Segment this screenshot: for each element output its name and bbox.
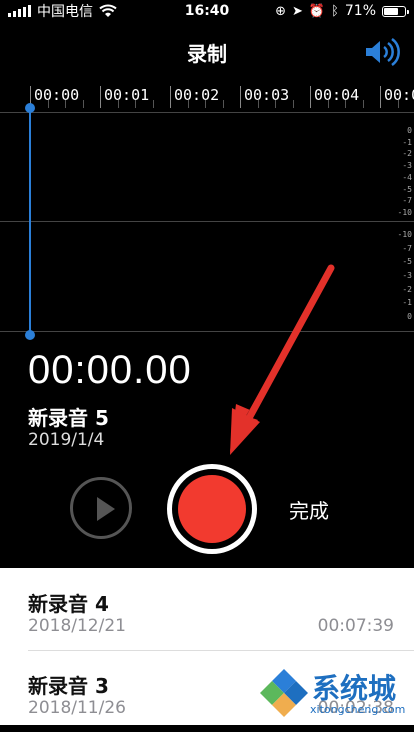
playhead-top-handle[interactable]	[25, 103, 35, 113]
list-item-date: 2018/12/21	[28, 616, 126, 636]
playhead-bottom-handle[interactable]	[25, 330, 35, 340]
carrier-label: 中国电信	[37, 4, 93, 20]
watermark: 系统城 xitongcheng.com	[258, 663, 408, 723]
recordings-list: 新录音 4 2018/12/21 00:07:39 新录音 3 2018/11/…	[0, 568, 414, 725]
db-scale-label: 0	[407, 312, 412, 321]
speaker-icon[interactable]	[364, 38, 400, 66]
play-icon	[97, 497, 115, 521]
timeline-minor-tick	[275, 100, 276, 108]
timeline-tick-label: 00:00	[34, 86, 80, 104]
bluetooth-icon: ᛒ	[331, 3, 339, 19]
timeline-minor-tick	[205, 100, 206, 108]
timeline-major-tick	[240, 86, 241, 108]
db-scale-label: -5	[402, 184, 412, 194]
db-scale-label: -7	[402, 196, 412, 206]
status-left: 中国电信	[8, 1, 117, 21]
list-item-date: 2018/11/26	[28, 698, 126, 718]
db-scale-label: -2	[402, 149, 412, 159]
battery-percent: 71%	[344, 3, 376, 19]
timeline-ruler: 00:00 00:01 00:02 00:03 00:04 00:05	[0, 82, 414, 112]
timeline-minor-tick	[152, 100, 154, 108]
status-bar: 中国电信 16:40 ⊕ ➤ ⏰ ᛒ 71%	[0, 0, 414, 22]
timeline-minor-tick	[257, 100, 259, 108]
timeline-tick-label: 00:04	[314, 86, 360, 104]
status-right: ⊕ ➤ ⏰ ᛒ 71%	[275, 3, 409, 19]
done-button[interactable]: 完成	[289, 495, 329, 524]
waveform-center-line	[0, 221, 414, 222]
timeline-major-tick	[310, 86, 311, 108]
waveform-bottom-border	[0, 331, 414, 332]
recording-date: 2019/1/4	[28, 430, 105, 450]
clock: 16:40	[184, 3, 230, 19]
watermark-url: xitongcheng.com	[310, 703, 406, 716]
waveform-area: 0 -1 -2 -3 -4 -5 -7 -10 -10 -7 -5 -3 -2 -1 0	[0, 112, 414, 332]
wifi-icon	[99, 4, 117, 17]
db-scale-label: -2	[402, 284, 412, 294]
timeline-tick-label: 00:03	[244, 86, 290, 104]
timeline-minor-tick	[82, 100, 84, 108]
db-scale-label: -1	[402, 137, 412, 147]
timeline-minor-tick	[187, 100, 189, 108]
location-icon: ➤	[291, 3, 303, 19]
timeline-minor-tick	[135, 100, 136, 108]
record-button[interactable]	[167, 464, 257, 554]
page-title: 录制	[187, 41, 227, 66]
timeline-minor-tick	[397, 100, 399, 108]
timeline-minor-tick	[345, 100, 346, 108]
db-scale-label: -3	[402, 271, 412, 280]
elapsed-time: 00:00.00	[28, 348, 192, 392]
timeline-major-tick	[170, 86, 171, 108]
watermark-text: 系统城	[312, 672, 397, 705]
db-scale-label: -1	[402, 298, 412, 308]
list-item[interactable]: 新录音 4 2018/12/21 00:07:39	[0, 568, 414, 651]
watermark-logo-icon	[260, 669, 308, 717]
playhead-line[interactable]	[29, 108, 31, 334]
timeline-tick-label: 00:05	[384, 86, 414, 104]
list-item-name: 新录音 4	[28, 592, 109, 616]
timeline-major-tick	[100, 86, 101, 108]
db-scale-label: -10	[397, 208, 412, 217]
battery-icon	[382, 5, 409, 17]
timeline-minor-tick	[47, 100, 49, 108]
list-item-name: 新录音 3	[28, 674, 109, 698]
nav-bar: 录制	[0, 30, 414, 74]
timeline-tick-label: 00:02	[174, 86, 220, 104]
timeline-major-tick	[380, 86, 381, 108]
rotation-lock-icon: ⊕	[275, 3, 286, 19]
recording-name[interactable]: 新录音 5	[28, 402, 109, 431]
timeline-minor-tick	[117, 100, 119, 108]
db-scale-label: -5	[402, 257, 412, 267]
db-scale-label: -7	[402, 243, 412, 253]
timeline-minor-tick	[292, 100, 294, 108]
timeline-minor-tick	[65, 100, 66, 108]
record-icon	[178, 475, 246, 543]
db-scale-label: -3	[402, 161, 412, 171]
timeline-tick-label: 00:01	[104, 86, 150, 104]
alarm-icon: ⏰	[308, 3, 326, 19]
list-item-duration: 00:07:39	[317, 616, 394, 636]
timeline-minor-tick	[362, 100, 364, 108]
signal-icon	[8, 5, 31, 17]
db-scale-label: -10	[397, 230, 412, 239]
timeline-minor-tick	[222, 100, 224, 108]
db-scale-label: 0	[407, 126, 412, 135]
waveform-top-border	[0, 112, 414, 113]
db-scale-label: -4	[402, 172, 412, 182]
play-button[interactable]	[70, 477, 132, 539]
timeline-minor-tick	[327, 100, 329, 108]
